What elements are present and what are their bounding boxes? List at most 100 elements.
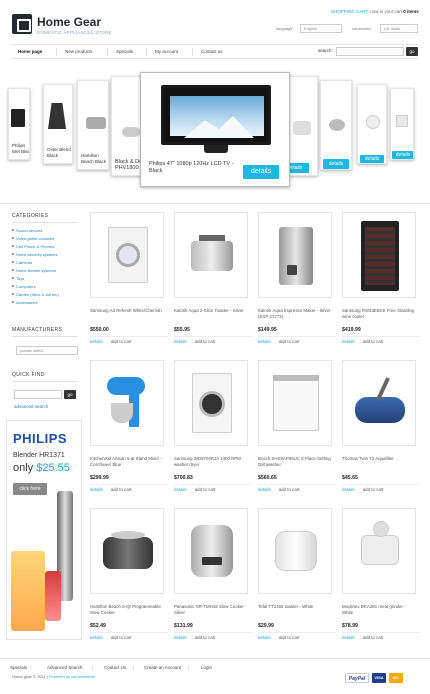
category-link[interactable]: Video game consoles	[11, 236, 54, 241]
footer-specials-link[interactable]: Specials	[10, 665, 27, 670]
carousel-card[interactable]: Hamilton Beach Black	[77, 80, 109, 170]
product-name[interactable]: Moulinex DKA281 meat grinder - White	[342, 604, 418, 616]
footer-create-account-link[interactable]: Create an Account	[144, 665, 181, 670]
washer-dryer-image[interactable]	[174, 360, 248, 446]
product-name[interactable]: Hamilton Beach 6-Qt Programmable Slow Co…	[90, 604, 166, 616]
add-to-cart-link[interactable]: add to cart	[111, 487, 132, 492]
iron-image	[122, 127, 140, 137]
wine-cooler-image[interactable]	[342, 212, 416, 298]
product-actions: details add to cart	[342, 336, 420, 344]
nav-contact[interactable]: Contact us	[201, 49, 223, 54]
category-link[interactable]: Games (Xbox & Wii,etc)	[12, 292, 59, 297]
add-to-cart-link[interactable]: add to cart	[111, 339, 132, 344]
language-select[interactable]: English	[300, 24, 342, 33]
product-name[interactable]: Panasonic SR-TMH18 Slow Cooker - Silver	[174, 604, 250, 616]
slow-cooker-image[interactable]	[90, 508, 164, 594]
promo-banner[interactable]: PHILIPS Blender HR1371 only $25.55 click…	[6, 420, 82, 640]
nav-new-products[interactable]: New products	[65, 49, 93, 54]
product-name[interactable]: Bosch SHX6AP05UC 5 Place Setting Dishwas…	[258, 456, 334, 468]
product-details-link[interactable]: details	[258, 635, 271, 640]
add-to-cart-link[interactable]: add to cart	[363, 339, 384, 344]
footer-advanced-search-link[interactable]: Advanced Search	[47, 665, 83, 670]
footer-login-link[interactable]: Login	[201, 665, 212, 670]
appliance-image	[396, 115, 408, 127]
product-name[interactable]: KitchenAid Artisan 5-qt Stand Mixer - Co…	[90, 456, 166, 468]
details-button[interactable]: details	[360, 155, 384, 163]
search-go-button[interactable]: go	[406, 47, 418, 56]
carousel-card[interactable]: Philips Wet Blac	[8, 88, 30, 160]
search-input[interactable]	[336, 47, 404, 56]
product-name[interactable]: Thomas Twin T2 Aquafilter	[342, 456, 418, 462]
cart-summary: SHOPPING CART: now in your cart 0 items	[331, 9, 419, 14]
toaster-image[interactable]	[174, 212, 248, 298]
product-name[interactable]: Kalorik Aqua 2-Slice Toaster - Silver	[174, 308, 250, 314]
category-link[interactable]: Cameras	[11, 260, 32, 265]
dishwasher-image[interactable]	[258, 360, 332, 446]
advanced-search-link[interactable]: advanced search	[14, 404, 48, 409]
add-to-cart-link[interactable]: add to cart	[195, 487, 216, 492]
product-price: $550.00	[90, 327, 109, 333]
category-link[interactable]: Cell Phone & Phones	[11, 244, 54, 249]
footer-contact-link[interactable]: Contact Us	[104, 665, 126, 670]
product-details-link[interactable]: details	[258, 487, 271, 492]
product-details-link[interactable]: details	[342, 339, 355, 344]
product-details-link[interactable]: details	[174, 487, 187, 492]
product-details-link[interactable]: details	[174, 339, 187, 344]
carousel-card[interactable]: details	[390, 88, 414, 160]
carousel-card[interactable]: Oster Blend Black	[43, 84, 73, 164]
carousel-card[interactable]: details	[320, 80, 352, 170]
product-name[interactable]: Samsung Ad Refresh White/Cherrish	[90, 308, 166, 314]
category-link[interactable]: Home security systems	[11, 252, 57, 257]
smoothie-glass-image	[45, 571, 61, 621]
add-to-cart-link[interactable]: add to cart	[279, 635, 300, 640]
site-title[interactable]: Home Gear	[37, 15, 101, 29]
nav-specials[interactable]: Specials	[116, 49, 133, 54]
manufacturers-select[interactable]: please select	[16, 346, 78, 355]
nav-my-account[interactable]: My account	[155, 49, 178, 54]
white-toaster-image[interactable]	[258, 508, 332, 594]
product-details-link[interactable]: details	[90, 635, 103, 640]
details-button[interactable]: details	[323, 159, 349, 169]
currency-select[interactable]: US dollar	[380, 24, 418, 33]
featured-details-button[interactable]: details	[243, 165, 279, 179]
product-name[interactable]: Samsung RW33EBSS Free Standing wine cool…	[342, 308, 418, 320]
product-name[interactable]: Tefal TT2465 toaster - White	[258, 604, 334, 610]
product-actions: details add to cart	[258, 632, 336, 640]
product-details-link[interactable]: details	[90, 339, 103, 344]
add-to-cart-link[interactable]: add to cart	[195, 339, 216, 344]
carousel-card[interactable]: details	[357, 84, 387, 164]
meat-grinder-image[interactable]	[342, 508, 416, 594]
nav-home[interactable]: Home page	[18, 49, 42, 54]
category-link[interactable]: Home theater systems	[11, 268, 56, 273]
promo-click-here-button[interactable]: click here	[13, 483, 47, 495]
add-to-cart-link[interactable]: add to cart	[363, 487, 384, 492]
quick-find-input[interactable]	[14, 390, 62, 399]
add-to-cart-link[interactable]: add to cart	[279, 487, 300, 492]
washing-machine-image[interactable]	[90, 212, 164, 298]
category-link[interactable]: Accessories	[12, 300, 38, 305]
featured-product-card[interactable]: Philips 47" 1080p 120Hz LCD TV - Black d…	[140, 72, 290, 187]
add-to-cart-link[interactable]: add to cart	[195, 635, 216, 640]
rice-cooker-image[interactable]	[174, 508, 248, 594]
category-link[interactable]: Computers	[12, 284, 36, 289]
stand-mixer-image[interactable]	[90, 360, 164, 446]
product-details-link[interactable]: details	[342, 635, 355, 640]
divider	[0, 203, 430, 204]
product-details-link[interactable]: details	[342, 487, 355, 492]
add-to-cart-link[interactable]: add to cart	[363, 635, 384, 640]
product-details-link[interactable]: details	[258, 339, 271, 344]
espresso-maker-image[interactable]	[258, 212, 332, 298]
add-to-cart-link[interactable]: add to cart	[279, 339, 300, 344]
product-name[interactable]: Samsung WD8704RJA 1400 RPM washer dryer	[174, 456, 250, 468]
product-details-link[interactable]: details	[174, 635, 187, 640]
vacuum-image[interactable]	[342, 360, 416, 446]
product-details-link[interactable]: details	[90, 487, 103, 492]
details-button[interactable]: details	[392, 151, 413, 159]
quick-find-go-button[interactable]: go	[64, 390, 76, 399]
add-to-cart-link[interactable]: add to cart	[111, 635, 132, 640]
category-link[interactable]: Sound devices	[11, 228, 42, 233]
product-name[interactable]: Kalorik Aqua Espresso Maker - Silver (EX…	[258, 308, 334, 320]
logo-icon[interactable]	[12, 14, 32, 34]
shopping-cart-link[interactable]: SHOPPING CART:	[331, 9, 369, 14]
category-link[interactable]: Toys	[11, 276, 24, 281]
